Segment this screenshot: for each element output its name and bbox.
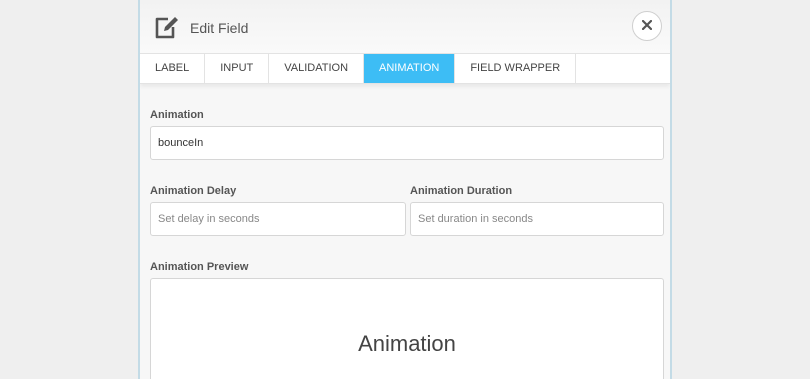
animation-input[interactable] [150, 126, 664, 160]
animation-delay-input[interactable] [150, 202, 406, 236]
tab-animation[interactable]: ANIMATION [364, 54, 456, 83]
modal-title: Edit Field [190, 20, 249, 36]
animation-delay-label: Animation Delay [150, 185, 237, 197]
edit-icon [154, 16, 180, 40]
tab-input[interactable]: INPUT [205, 54, 270, 83]
close-icon [641, 17, 653, 35]
animation-duration-label: Animation Duration [410, 185, 513, 197]
edit-field-modal: Edit Field LABEL INPUT VALIDATION ANIMAT… [138, 0, 672, 379]
modal-header: Edit Field [140, 0, 670, 54]
tab-field-wrapper[interactable]: FIELD WRAPPER [455, 54, 577, 83]
animation-preview-box: Animation [150, 278, 664, 379]
tab-label[interactable]: LABEL [140, 54, 206, 83]
close-button[interactable] [632, 11, 662, 41]
tab-bar: LABEL INPUT VALIDATION ANIMATION FIELD W… [140, 53, 670, 84]
animation-preview-label: Animation Preview [150, 261, 249, 273]
tab-validation[interactable]: VALIDATION [269, 54, 365, 83]
animation-duration-input[interactable] [410, 202, 664, 236]
animation-preview-text: Animation [358, 331, 456, 356]
animation-label: Animation [150, 109, 204, 121]
page-background: Edit Field LABEL INPUT VALIDATION ANIMAT… [0, 0, 810, 379]
